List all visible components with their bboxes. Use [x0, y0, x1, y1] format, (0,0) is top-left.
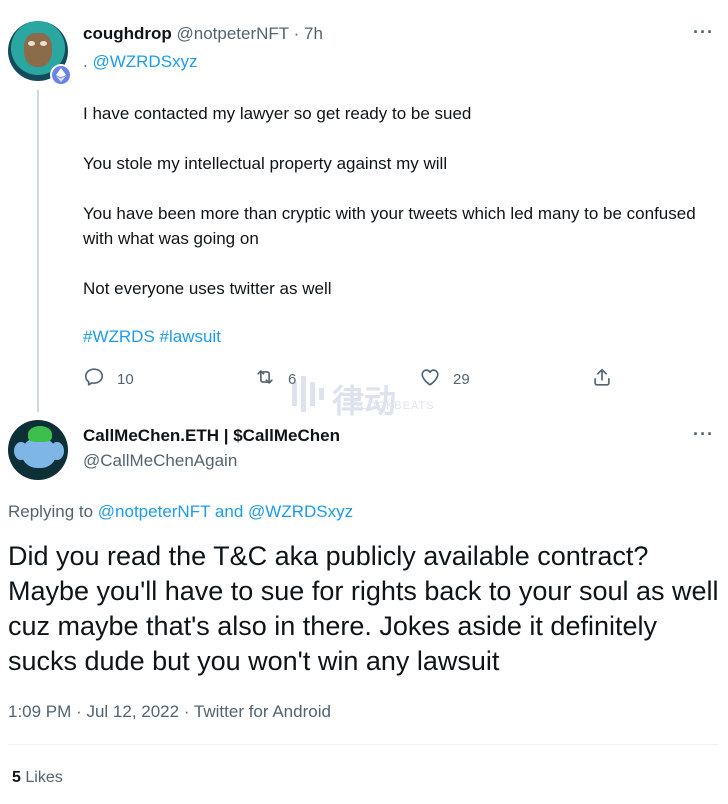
tweet-paragraph: You have been more than cryptic with you…	[83, 204, 696, 248]
avatar-eye	[40, 41, 47, 46]
ethereum-icon	[50, 64, 72, 86]
more-options-icon[interactable]: ···	[693, 424, 714, 445]
reply-icon	[83, 366, 105, 392]
like-count: 29	[453, 370, 470, 388]
separator: ·	[76, 702, 82, 721]
likes-summary[interactable]: 5 Likes	[12, 769, 63, 787]
share-icon	[591, 366, 613, 392]
more-options-icon[interactable]: ···	[693, 22, 714, 43]
watermark-cn: 律动	[332, 383, 397, 419]
tweet-time[interactable]: 1:09 PM	[8, 702, 71, 721]
separator: ·	[183, 702, 190, 721]
mention-link[interactable]: @WZRDSxyz	[248, 502, 353, 521]
avatar-hair	[28, 426, 52, 442]
reply-count: 10	[117, 370, 134, 388]
avatar[interactable]	[8, 420, 68, 480]
divider	[8, 744, 718, 745]
tweet-paragraph: You stole my intellectual property again…	[83, 154, 448, 173]
watermark-bars-icon	[292, 376, 324, 412]
tweet-time[interactable]: 7h	[304, 24, 323, 43]
likes-count: 5	[12, 769, 21, 786]
mention-link[interactable]: @notpeterNFT	[98, 502, 210, 521]
tweet-paragraph: Not everyone uses twitter as well	[83, 279, 332, 298]
likes-label: Likes	[25, 769, 63, 786]
tweet-source: Twitter for Android	[193, 702, 331, 721]
author-name[interactable]: CallMeChen.ETH | $CallMeChen	[83, 426, 340, 446]
avatar-face	[24, 33, 52, 67]
watermark-logo: 律动 BLOCKBEATS	[290, 376, 440, 419]
tweet-header: coughdrop @notpeterNFT · 7h	[83, 24, 323, 44]
retweet-icon	[254, 366, 276, 392]
tweet-paragraph: I have contacted my lawyer so get ready …	[83, 104, 472, 123]
author-name[interactable]: coughdrop	[83, 24, 172, 43]
share-button[interactable]	[591, 366, 613, 392]
avatar-head	[22, 438, 56, 468]
separator: ·	[293, 24, 300, 43]
mention-link[interactable]: @WZRDSxyz	[92, 52, 197, 71]
avatar-eye	[28, 41, 35, 46]
tweet-text: Did you read the T&C aka publicly availa…	[8, 541, 719, 676]
tweet-meta: 1:09 PM · Jul 12, 2022 · Twitter for And…	[8, 702, 331, 722]
reply-button[interactable]: 10	[83, 366, 134, 392]
reply-tweet[interactable]: coughdrop @notpeterNFT · 7h ··· . @WZRDS…	[0, 0, 728, 412]
reply-line: . @WZRDSxyz	[83, 52, 198, 72]
reply-prefix: .	[83, 52, 88, 71]
hashtag-links[interactable]: #WZRDS #lawsuit	[83, 327, 221, 347]
replying-to-line: Replying to @notpeterNFT and @WZRDSxyz	[8, 502, 353, 522]
thread-line	[37, 90, 39, 412]
replying-and-label[interactable]: and	[215, 502, 243, 521]
tweet-date[interactable]: Jul 12, 2022	[86, 702, 179, 721]
author-handle[interactable]: @notpeterNFT	[177, 24, 289, 43]
replying-to-label: Replying to	[8, 502, 94, 521]
author-handle[interactable]: @CallMeChenAgain	[83, 451, 237, 471]
watermark-en: BLOCKBEATS	[352, 400, 435, 412]
